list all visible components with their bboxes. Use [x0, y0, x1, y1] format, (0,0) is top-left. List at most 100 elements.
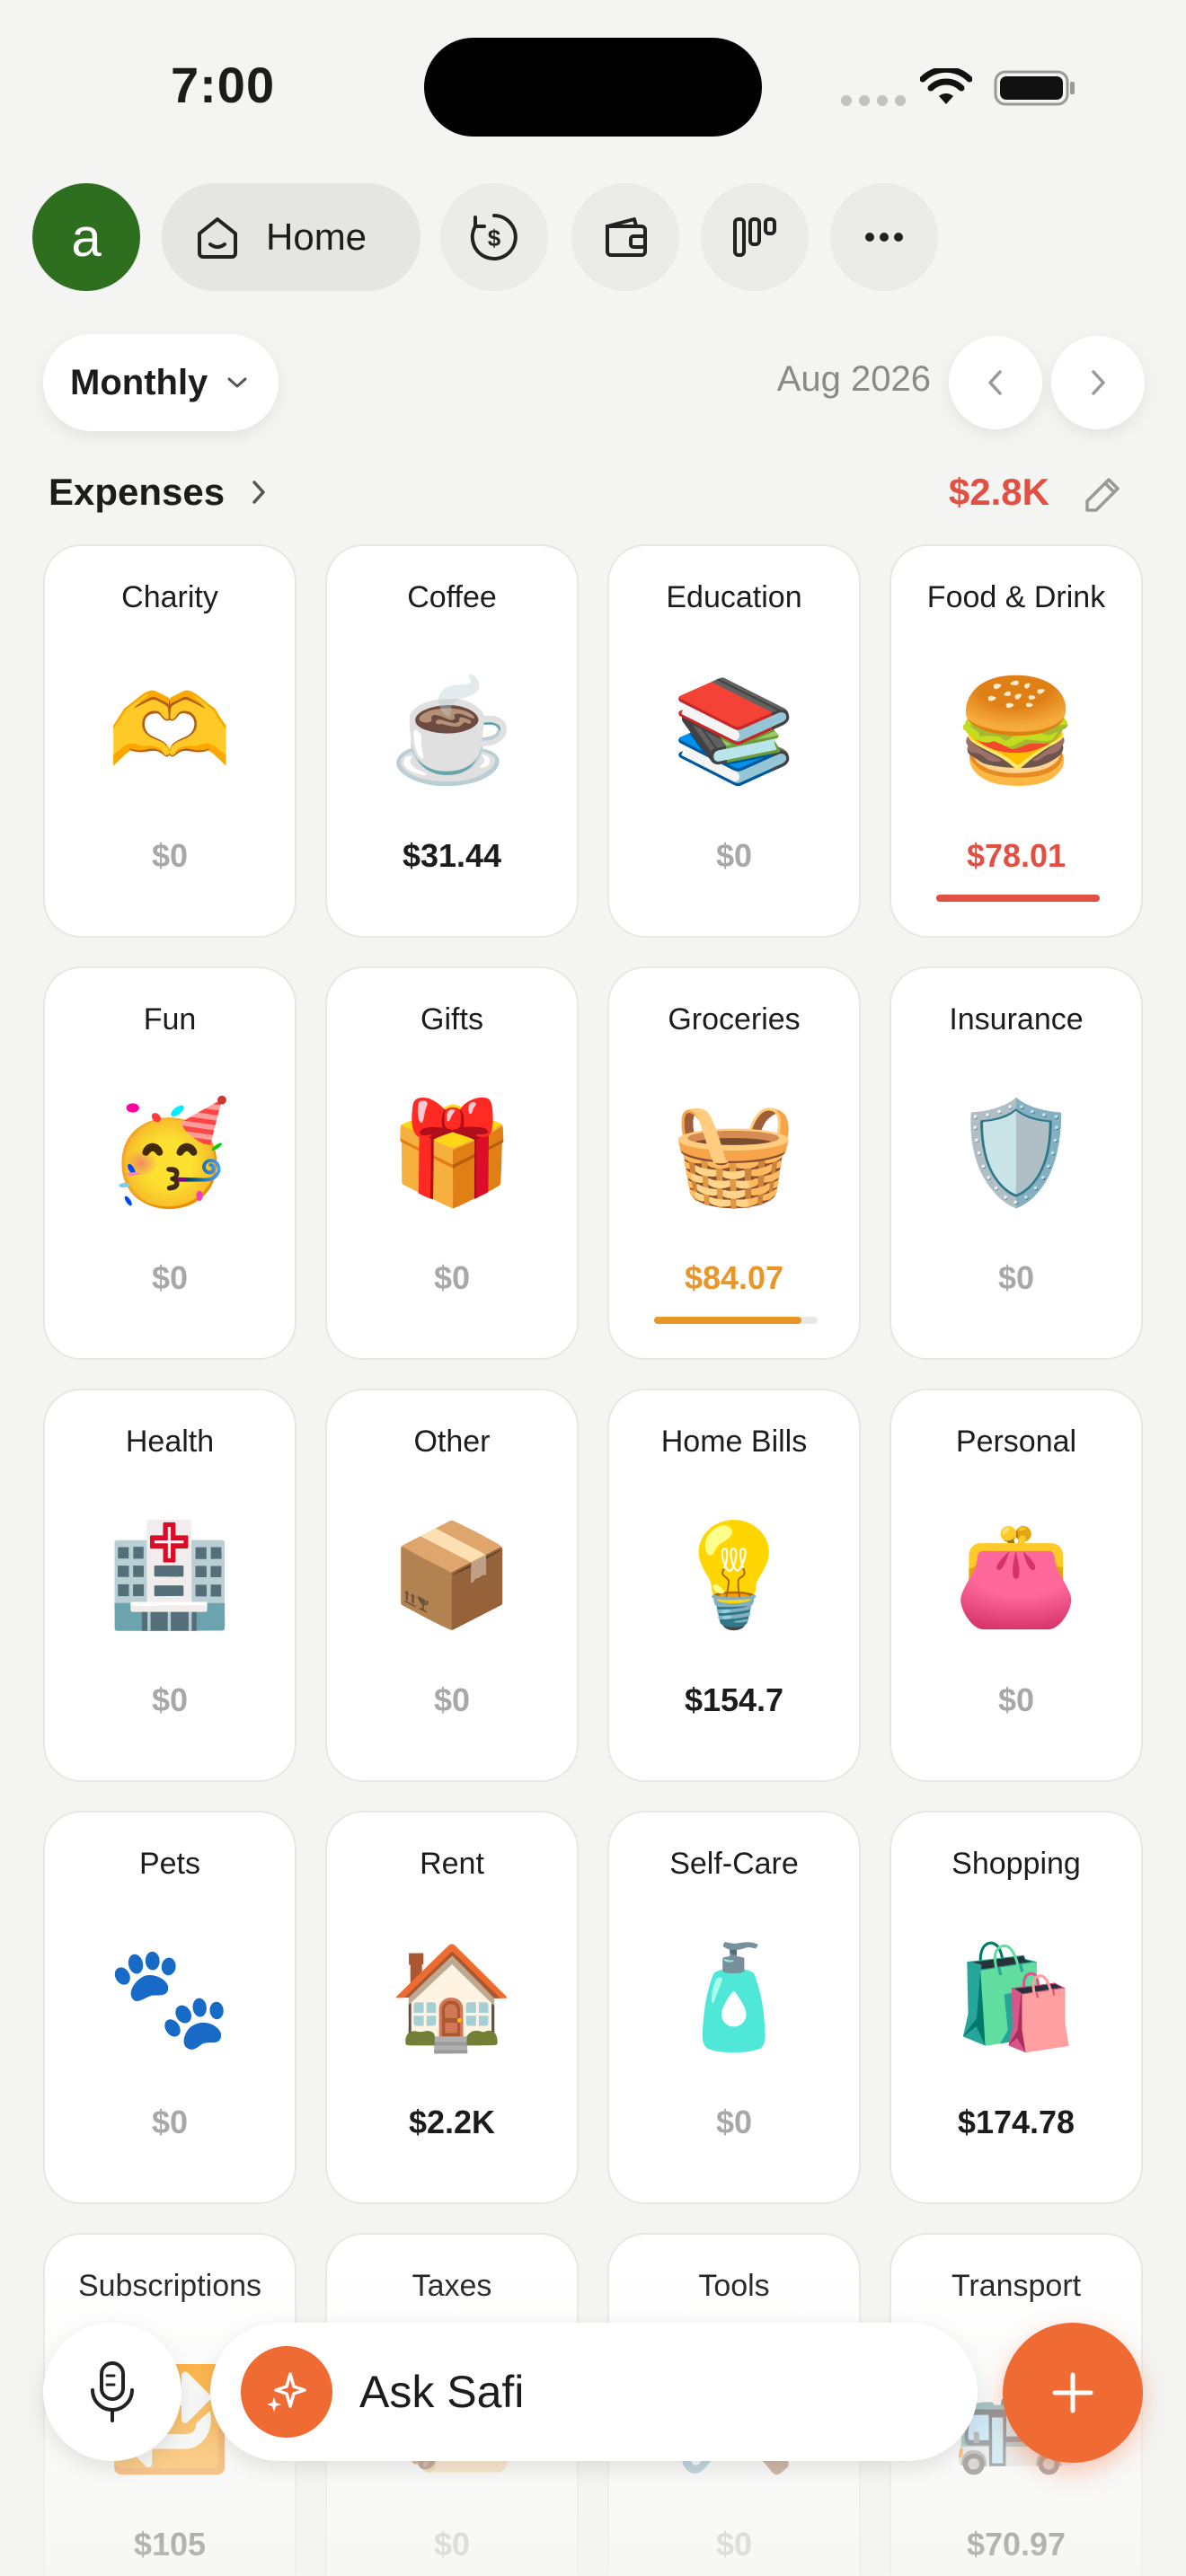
house-icon: 🏠 [389, 1941, 515, 2053]
category-card[interactable]: Groceries 🧺 $84.07 [607, 966, 861, 1360]
category-name: Coffee [407, 580, 497, 614]
battery-icon [994, 70, 1075, 106]
category-card[interactable]: Shopping 🛍️ $174.78 [890, 1811, 1143, 2204]
category-card[interactable]: Charity 🫶 $0 [43, 544, 296, 938]
category-card[interactable]: Food & Drink 🍔 $78.01 [890, 544, 1143, 938]
category-card[interactable]: Home Bills 💡 $154.7 [607, 1389, 861, 1782]
microphone-icon [91, 2361, 134, 2422]
gift-icon: 🎁 [389, 1097, 515, 1209]
category-card[interactable]: Personal 👛 $0 [890, 1389, 1143, 1782]
category-name: Self-Care [669, 1847, 799, 1881]
category-grid: Charity 🫶 $0 Coffee ☕ $31.44 Education 📚 $0 Food … [43, 544, 1143, 2576]
category-amount: $70.97 [966, 2526, 1067, 2563]
category-card[interactable]: Self-Care 🧴 $0 [607, 1811, 861, 2204]
budget-button[interactable]: $ [440, 183, 548, 291]
period-selector[interactable]: Monthly [43, 334, 279, 431]
category-amount: $84.07 [684, 1259, 784, 1296]
category-name: Food & Drink [926, 580, 1106, 614]
category-card[interactable]: Fun 🥳 $0 [43, 966, 296, 1360]
category-card[interactable]: Gifts 🎁 $0 [325, 966, 579, 1360]
plus-icon [1052, 2372, 1093, 2413]
category-name: Pets [138, 1847, 201, 1881]
category-card[interactable]: Rent 🏠 $2.2K [325, 1811, 579, 2204]
coffee-cup-icon: ☕ [389, 675, 515, 787]
hospital-icon: 🏥 [107, 1519, 233, 1631]
dollar-circle-icon: $ [470, 214, 518, 260]
more-icon [865, 233, 903, 242]
category-name: Groceries [668, 1002, 801, 1037]
chevron-right-icon [252, 481, 265, 504]
category-amount: $0 [433, 1681, 471, 1718]
period-selector-label: Monthly [70, 362, 208, 402]
category-amount: $0 [151, 1259, 189, 1296]
shopping-bag-icon: 🛍️ [953, 1941, 1079, 2053]
svg-text:$: $ [488, 225, 501, 251]
chevron-right-icon [1092, 370, 1105, 395]
category-name: Transport [951, 2269, 1082, 2303]
burger-drink-icon: 🍔 [953, 675, 1079, 787]
more-button[interactable] [830, 183, 938, 291]
budget-progress-bar [654, 1317, 818, 1324]
home-tab-label: Home [266, 216, 367, 258]
lotion-icon: 🧴 [671, 1941, 797, 2053]
expenses-title: Expenses [49, 471, 226, 513]
category-card[interactable]: Health 🏥 $0 [43, 1389, 296, 1782]
chevron-down-icon [227, 377, 247, 388]
chevron-left-icon [988, 370, 1002, 395]
category-card[interactable]: Coffee ☕ $31.44 [325, 544, 579, 938]
category-amount: $0 [715, 837, 753, 874]
avatar-letter: a [71, 207, 102, 268]
category-amount: $0 [151, 1681, 189, 1718]
insights-button[interactable] [701, 183, 809, 291]
category-card[interactable]: Other 📦 $0 [325, 1389, 579, 1782]
expenses-link[interactable]: Expenses [49, 471, 268, 514]
ask-assistant-label: Ask Safi [359, 2367, 525, 2417]
category-card[interactable]: Pets 🐾 $0 [43, 1811, 296, 2204]
category-amount: $0 [151, 2104, 189, 2140]
status-bar: 7:00 [0, 0, 1186, 171]
category-amount: $0 [715, 2526, 753, 2563]
category-name: Home Bills [660, 1425, 808, 1459]
wallet-icon: 👛 [953, 1519, 1079, 1631]
lightbulb-icon: 💡 [671, 1519, 797, 1631]
next-period-button[interactable] [1051, 336, 1145, 429]
signal-icon [841, 95, 906, 106]
status-time: 7:00 [171, 57, 276, 113]
wallet-icon [606, 217, 647, 257]
date-label: Aug 2026 [776, 359, 931, 399]
category-name: Insurance [949, 1002, 1084, 1037]
category-amount: $105 [133, 2526, 207, 2563]
sparkle-icon [241, 2346, 332, 2438]
previous-period-button[interactable] [949, 336, 1042, 429]
add-transaction-button[interactable] [1003, 2323, 1143, 2463]
category-amount: $174.78 [957, 2104, 1075, 2140]
category-name: Tools [698, 2269, 770, 2303]
avatar[interactable]: a [32, 183, 140, 291]
budget-progress-fill [936, 895, 1100, 902]
category-card[interactable]: Insurance 🛡️ $0 [890, 966, 1143, 1360]
category-name: Personal [955, 1425, 1077, 1459]
category-amount: $0 [715, 2104, 753, 2140]
home-icon [198, 217, 237, 259]
category-name: Subscriptions [77, 2269, 262, 2303]
budget-progress-fill [654, 1317, 801, 1324]
category-amount: $2.2K [408, 2104, 496, 2140]
heart-hands-icon: 🫶 [107, 675, 233, 787]
category-card[interactable]: Education 📚 $0 [607, 544, 861, 938]
accounts-button[interactable] [571, 183, 679, 291]
home-tab[interactable]: Home [162, 183, 420, 291]
category-name: Gifts [420, 1002, 483, 1037]
category-name: Health [125, 1425, 215, 1459]
shield-check-icon: 🛡️ [953, 1097, 1079, 1209]
box-icon: 📦 [389, 1519, 515, 1631]
category-name: Education [666, 580, 802, 614]
voice-button[interactable] [43, 2323, 181, 2461]
budget-progress-bar [936, 895, 1100, 902]
category-name: Fun [143, 1002, 197, 1037]
wifi-icon [920, 68, 972, 104]
edit-icon[interactable] [1082, 472, 1125, 516]
books-icon: 📚 [671, 675, 797, 787]
category-amount: $0 [433, 2526, 471, 2563]
ask-assistant-bar[interactable]: Ask Safi [210, 2323, 978, 2461]
category-name: Rent [420, 1847, 484, 1881]
